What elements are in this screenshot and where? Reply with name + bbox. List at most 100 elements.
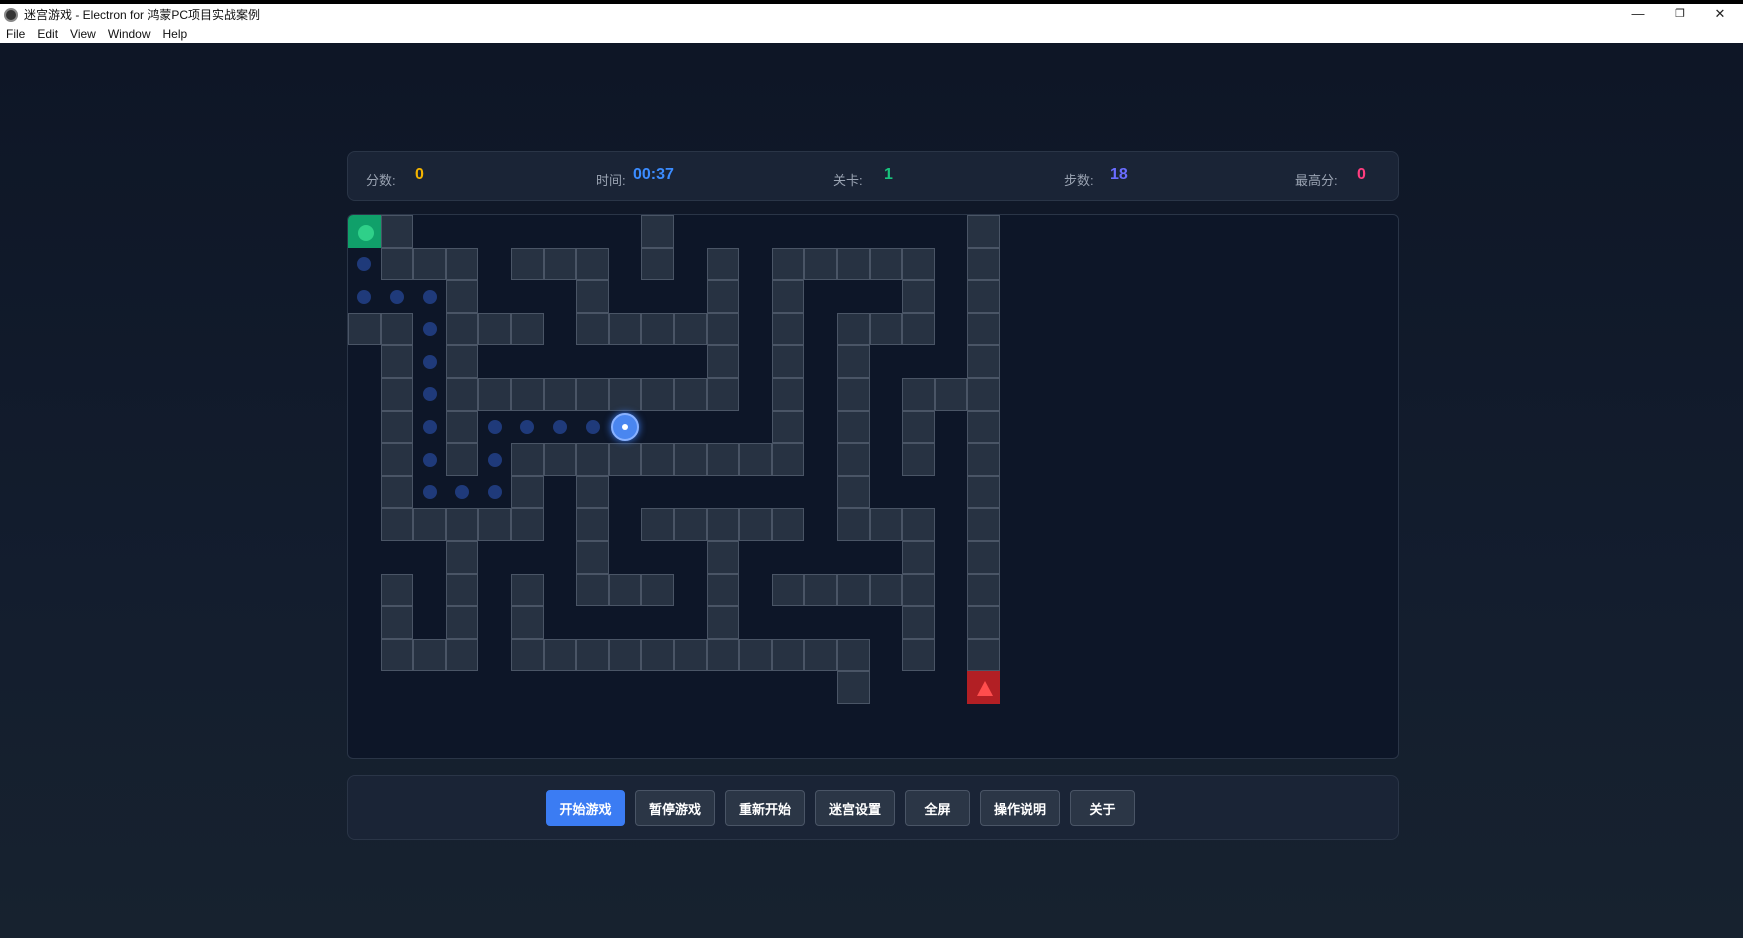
maze-wall xyxy=(511,638,544,672)
close-button[interactable]: ✕ xyxy=(1700,6,1740,22)
maze-wall xyxy=(771,312,805,346)
goal-triangle-icon xyxy=(977,681,994,697)
status-panel: 分数: 0 时间: 00:37 关卡: 1 步数: 18 最高分: 0 xyxy=(347,151,1399,201)
path-trail-dot xyxy=(422,452,437,467)
maze-wall xyxy=(739,443,772,476)
maze-wall xyxy=(967,410,1000,444)
score-label: 分数: xyxy=(366,173,396,188)
maze-wall xyxy=(641,573,674,607)
menu-help[interactable]: Help xyxy=(163,27,188,41)
fullscreen-button[interactable]: 全屏 xyxy=(905,790,970,826)
menu-window[interactable]: Window xyxy=(108,27,151,41)
maze-wall xyxy=(674,508,707,541)
maze-wall xyxy=(771,508,805,541)
maze-wall xyxy=(445,345,479,378)
start-game-button[interactable]: 开始游戏 xyxy=(546,790,625,826)
path-trail-dot xyxy=(422,289,437,304)
path-trail-dot xyxy=(422,419,437,434)
maze-wall xyxy=(641,247,674,281)
start-cell xyxy=(348,215,381,248)
app-icon xyxy=(4,7,18,22)
maze-wall xyxy=(869,247,903,281)
maze-wall xyxy=(576,443,609,476)
maze-wall xyxy=(771,247,805,281)
maze-wall xyxy=(967,280,1000,313)
maze-wall xyxy=(641,638,674,672)
maze-wall xyxy=(380,410,414,444)
maze-wall xyxy=(380,378,414,411)
maze-wall xyxy=(869,508,903,541)
instructions-button[interactable]: 操作说明 xyxy=(980,790,1060,826)
maze-wall xyxy=(837,410,870,444)
maze-wall xyxy=(902,280,935,313)
maze-wall xyxy=(511,378,544,411)
maze-wall xyxy=(511,443,544,476)
maze-wall xyxy=(902,247,935,281)
maze-wall xyxy=(902,410,935,444)
minimize-button[interactable]: — xyxy=(1618,6,1658,21)
control-panel: 开始游戏 暂停游戏 重新开始 迷宫设置 全屏 操作说明 关于 xyxy=(347,775,1399,840)
menu-view[interactable]: View xyxy=(70,27,96,41)
path-trail-dot xyxy=(422,322,437,337)
maze-wall xyxy=(445,573,479,607)
maze-wall xyxy=(804,247,837,281)
maze-wall xyxy=(576,541,609,574)
pause-game-button[interactable]: 暂停游戏 xyxy=(635,790,715,826)
maze-wall xyxy=(837,443,870,476)
maze-wall xyxy=(380,247,414,281)
level-value: 1 xyxy=(884,166,893,183)
maze-wall xyxy=(380,508,414,541)
path-trail-dot xyxy=(357,256,372,271)
maze-wall xyxy=(576,475,609,509)
maze-wall xyxy=(771,345,805,378)
menu-file[interactable]: File xyxy=(6,27,25,41)
maze-wall xyxy=(837,247,870,281)
maze-wall xyxy=(706,638,740,672)
maze-wall xyxy=(771,280,805,313)
maze-wall xyxy=(706,508,740,541)
maze-wall xyxy=(380,312,414,346)
maze-wall xyxy=(380,573,414,607)
maze-wall xyxy=(445,410,479,444)
maze-wall xyxy=(967,606,1000,639)
maze-wall xyxy=(771,378,805,411)
maze-wall xyxy=(837,573,870,607)
maze-wall xyxy=(576,573,609,607)
maze-wall xyxy=(967,345,1000,378)
maze-settings-button[interactable]: 迷宫设置 xyxy=(815,790,895,826)
path-trail-dot xyxy=(389,289,404,304)
maze-wall xyxy=(380,215,414,248)
steps-value: 18 xyxy=(1110,166,1128,183)
maze-wall xyxy=(576,638,609,672)
maze-wall xyxy=(445,247,479,281)
maze-wall xyxy=(445,638,479,672)
path-trail-dot xyxy=(487,485,502,500)
path-trail-dot xyxy=(487,452,502,467)
path-trail-dot xyxy=(552,419,567,434)
path-trail-dot xyxy=(455,485,470,500)
path-trail-dot xyxy=(585,419,600,434)
maze-wall xyxy=(902,508,935,541)
maze-wall xyxy=(413,638,446,672)
maze-wall xyxy=(511,312,544,346)
maze-wall xyxy=(967,378,1000,411)
maze-board[interactable] xyxy=(347,214,1399,759)
maze-wall xyxy=(478,378,511,411)
menu-edit[interactable]: Edit xyxy=(37,27,58,41)
maze-wall xyxy=(608,573,642,607)
maze-wall xyxy=(641,312,674,346)
maze-wall xyxy=(706,541,740,574)
goal-cell xyxy=(967,671,1000,704)
maze-wall xyxy=(413,508,446,541)
maze-wall xyxy=(967,508,1000,541)
maze-wall xyxy=(934,378,968,411)
maze-wall xyxy=(902,606,935,639)
path-trail-dot xyxy=(487,419,502,434)
maze-wall xyxy=(576,508,609,541)
maximize-button[interactable]: ❐ xyxy=(1660,7,1700,20)
maze-wall xyxy=(576,280,609,313)
about-button[interactable]: 关于 xyxy=(1070,790,1135,826)
path-trail-dot xyxy=(357,289,372,304)
restart-button[interactable]: 重新开始 xyxy=(725,790,805,826)
path-trail-dot xyxy=(422,485,437,500)
